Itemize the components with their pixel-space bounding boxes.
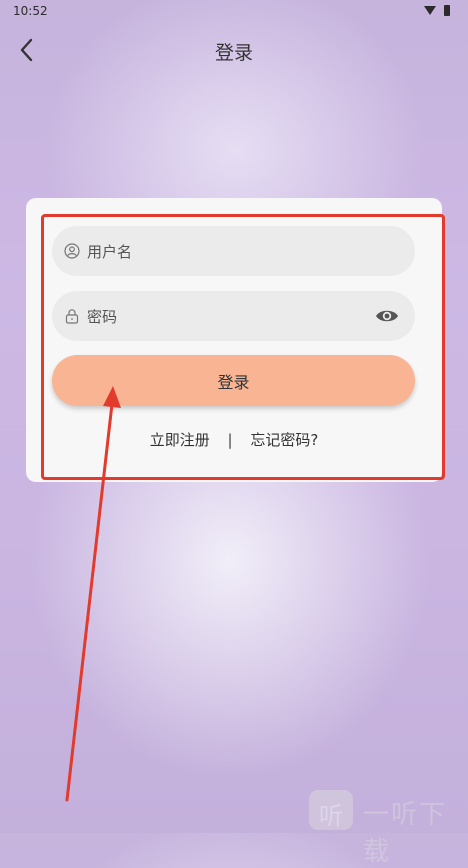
page-title: 登录 — [214, 42, 253, 64]
username-input[interactable] — [85, 226, 389, 278]
watermark-logo: 听 — [309, 790, 353, 830]
battery-icon — [444, 5, 450, 16]
eye-icon[interactable] — [375, 306, 399, 326]
link-separator: | — [227, 431, 233, 449]
login-button[interactable]: 登录 — [52, 355, 415, 406]
password-input[interactable] — [85, 291, 389, 343]
password-field[interactable] — [52, 291, 415, 343]
forgot-password-link[interactable]: 忘记密码? — [250, 429, 318, 450]
nav-bar: 登录 — [0, 30, 468, 70]
lock-icon — [65, 309, 79, 324]
watermark-text: 一听下载 — [363, 800, 448, 867]
user-icon — [64, 243, 80, 259]
status-time: 10:52 — [13, 4, 48, 18]
status-bar: 10:52 — [0, 0, 468, 22]
register-link[interactable]: 立即注册 — [150, 429, 210, 450]
auth-links: 立即注册 | 忘记密码? — [0, 429, 468, 450]
watermark: 听 一听下载 — [307, 788, 467, 867]
wifi-icon — [424, 6, 436, 15]
watermark-logo-text: 听 — [319, 802, 343, 830]
status-icons — [418, 4, 458, 18]
username-field[interactable] — [52, 226, 415, 278]
